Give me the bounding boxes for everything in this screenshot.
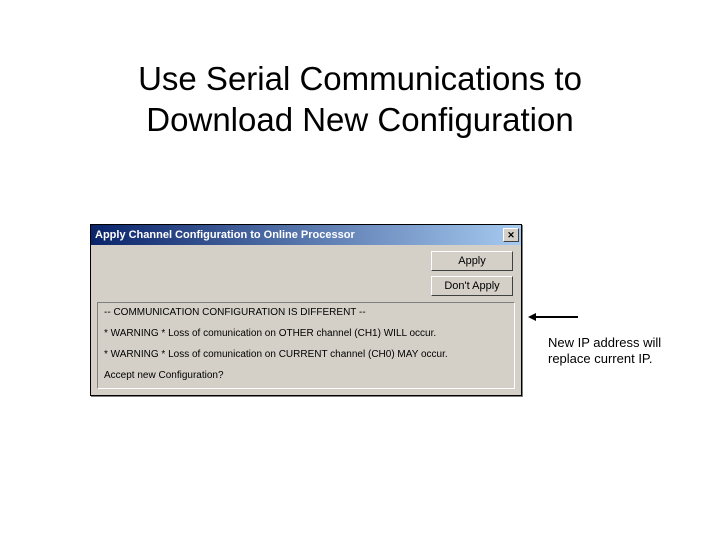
close-button[interactable]: ✕ xyxy=(503,228,519,242)
annotation-line2: replace current IP. xyxy=(548,351,653,366)
close-icon: ✕ xyxy=(507,231,515,240)
annotation-text: New IP address will replace current IP. xyxy=(548,335,698,366)
dialog-title: Apply Channel Configuration to Online Pr… xyxy=(95,229,355,241)
slide-title: Use Serial Communications to Download Ne… xyxy=(0,0,720,141)
msg-line-warning2: * WARNING * Loss of comunication on CURR… xyxy=(104,349,508,361)
annotation-line1: New IP address will xyxy=(548,335,661,350)
arrow-head-icon xyxy=(528,313,536,321)
dialog-button-row: Apply Don't Apply xyxy=(91,245,521,302)
message-panel: -- COMMUNICATION CONFIGURATION IS DIFFER… xyxy=(97,302,515,389)
msg-line-prompt: Accept new Configuration? xyxy=(104,370,508,382)
dialog-titlebar: Apply Channel Configuration to Online Pr… xyxy=(91,225,521,245)
msg-line-header: -- COMMUNICATION CONFIGURATION IS DIFFER… xyxy=(104,307,508,319)
arrow-line xyxy=(534,316,578,318)
dialog-frame: Apply Channel Configuration to Online Pr… xyxy=(90,224,522,396)
title-line1: Use Serial Communications to xyxy=(138,60,582,97)
annotation-arrow xyxy=(528,313,578,321)
dont-apply-button[interactable]: Don't Apply xyxy=(431,276,513,296)
title-line2: Download New Configuration xyxy=(146,101,573,138)
dialog-window: Apply Channel Configuration to Online Pr… xyxy=(90,224,522,396)
msg-line-warning1: * WARNING * Loss of comunication on OTHE… xyxy=(104,328,508,340)
apply-button[interactable]: Apply xyxy=(431,251,513,271)
